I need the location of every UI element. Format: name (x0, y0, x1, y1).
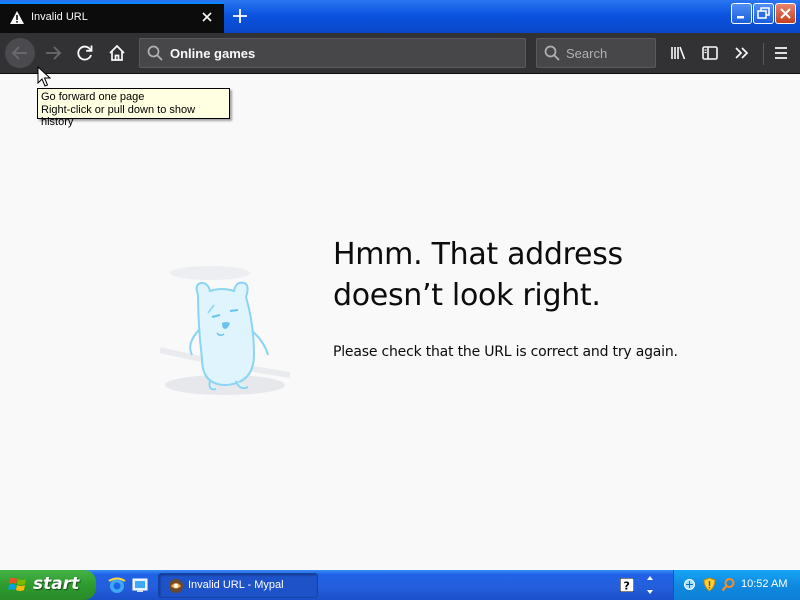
tab-invalid-url[interactable]: Invalid URL (0, 2, 224, 33)
show-desktop-icon[interactable] (130, 575, 150, 595)
close-icon[interactable] (197, 7, 217, 27)
error-illustration (150, 255, 300, 405)
arrow-right-icon (46, 46, 62, 60)
menu-icon (775, 47, 787, 59)
overflow-button[interactable] (727, 38, 757, 68)
language-arrows-icon[interactable] (645, 574, 655, 596)
minimize-button[interactable] (731, 3, 752, 24)
library-icon (671, 46, 686, 60)
overflow-icon (735, 47, 749, 59)
system-tray: 10:52 AM (673, 570, 800, 600)
window-close-button[interactable] (775, 3, 796, 24)
reload-icon (77, 45, 93, 61)
start-label: start (33, 574, 80, 594)
search-bar[interactable] (536, 38, 656, 68)
mouse-cursor-icon (37, 65, 52, 92)
security-shield-icon[interactable] (702, 577, 717, 592)
taskbar-item-label: Invalid URL - Mypal (188, 579, 284, 591)
forward-button[interactable] (38, 38, 68, 68)
warning-icon (9, 10, 25, 26)
restore-button[interactable] (753, 3, 774, 24)
navigation-toolbar: Online games (0, 33, 800, 74)
help-icon[interactable]: ? (619, 577, 635, 593)
plus-icon[interactable] (228, 5, 252, 27)
home-icon (109, 44, 125, 61)
error-title-line-1: Hmm. That address (333, 237, 623, 272)
search-icon (146, 44, 164, 66)
tab-title: Invalid URL (31, 11, 88, 23)
arrow-left-icon (11, 46, 27, 60)
error-title: Hmm. That address doesn’t look right. (333, 234, 663, 316)
taskbar-item-mypal[interactable]: Invalid URL - Mypal (158, 573, 318, 598)
search-input[interactable] (566, 44, 652, 62)
error-description: Please check that the URL is correct and… (333, 344, 678, 360)
start-button[interactable]: start (0, 570, 96, 600)
tooltip-line-2: Right-click or pull down to show history (41, 103, 196, 129)
forward-tooltip: Go forward one page Right-click or pull … (37, 88, 230, 128)
library-button[interactable] (663, 38, 693, 68)
windows-logo-icon (8, 576, 28, 599)
sidebar-button[interactable] (695, 38, 725, 68)
sidebar-icon (702, 46, 718, 60)
clock: 10:52 AM (741, 578, 788, 590)
tab-strip: Invalid URL (0, 0, 800, 33)
search-icon (543, 44, 561, 66)
network-icon[interactable] (682, 577, 697, 592)
svg-text:?: ? (624, 580, 630, 593)
tooltip-line-1: Go forward one page (41, 91, 145, 103)
reload-button[interactable] (70, 38, 100, 68)
home-button[interactable] (102, 38, 132, 68)
error-title-line-2: doesn’t look right. (333, 278, 601, 313)
search-tray-icon[interactable] (721, 577, 736, 592)
menu-button[interactable] (766, 38, 796, 68)
url-bar[interactable]: Online games (139, 38, 526, 68)
back-button[interactable] (5, 38, 35, 68)
mypal-app-icon (168, 578, 184, 597)
internet-explorer-icon[interactable] (107, 575, 127, 595)
url-value: Online games (170, 46, 256, 61)
toolbar-separator (763, 43, 764, 65)
taskbar: start Invalid URL - Mypal ? 10:52 AM (0, 570, 800, 600)
